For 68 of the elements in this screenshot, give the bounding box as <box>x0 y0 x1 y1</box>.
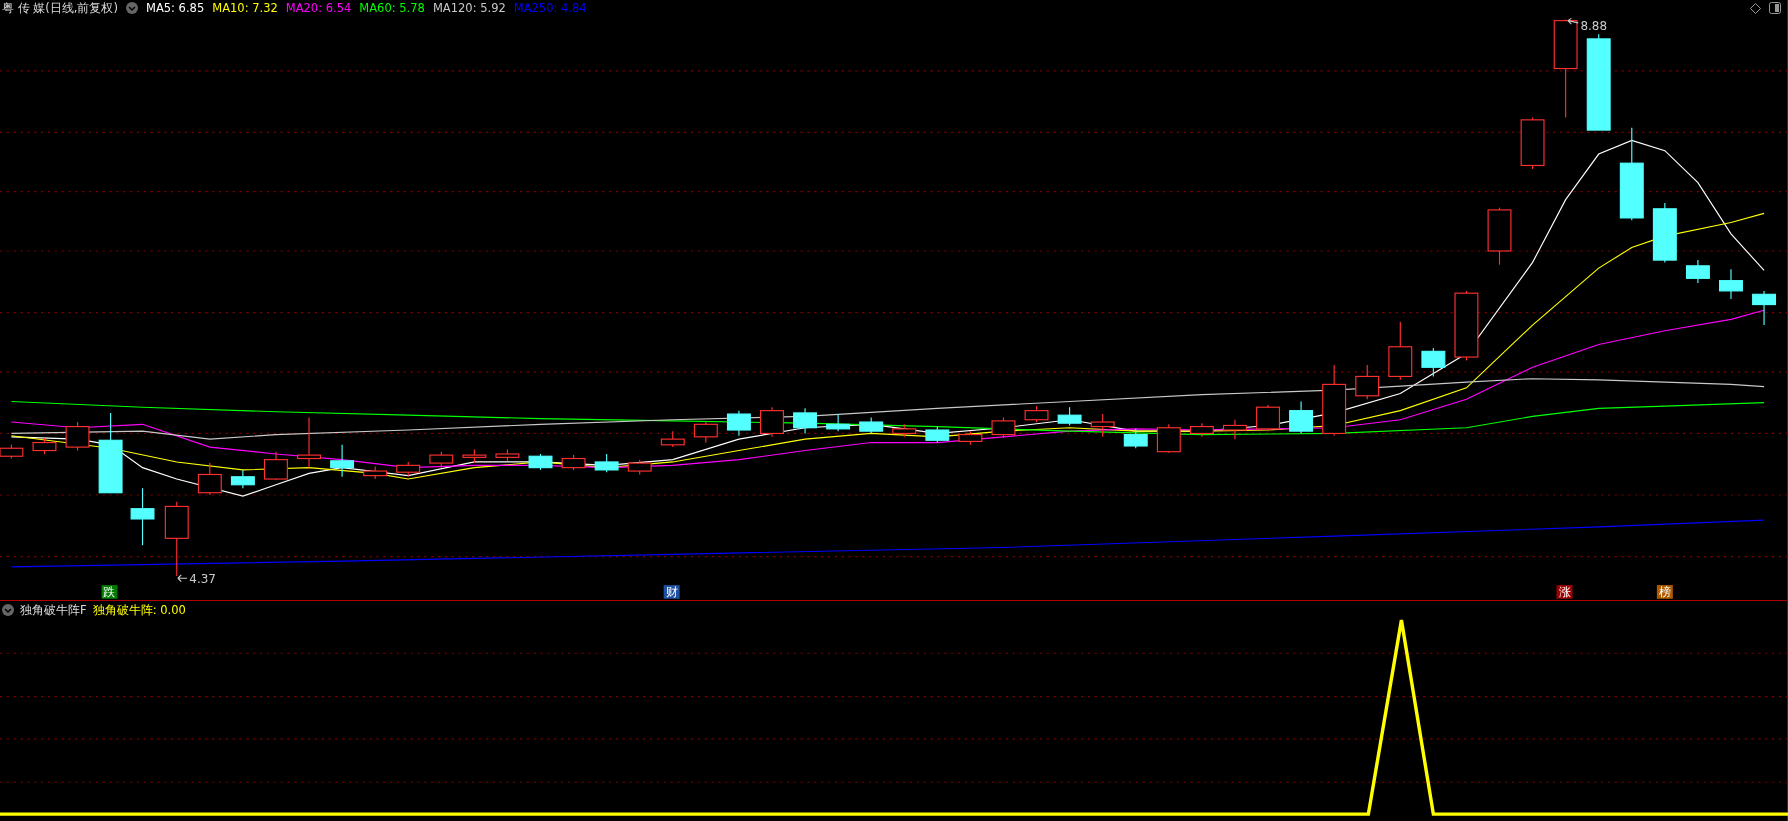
candlestick <box>197 462 222 496</box>
candlestick <box>1189 422 1214 438</box>
candlestick <box>1652 202 1677 263</box>
candlestick <box>1421 347 1446 377</box>
candlestick <box>264 451 288 481</box>
candlestick <box>230 469 255 489</box>
candlestick <box>859 416 884 434</box>
candlestick <box>892 423 917 438</box>
signal-tag: 涨 <box>1558 585 1571 600</box>
low-price-label: 4.37 <box>189 571 216 586</box>
moving-average-value: MA250: 4.84 <box>513 1 587 15</box>
signal-tag: 榜 <box>1658 585 1671 600</box>
candlestick <box>396 461 421 478</box>
candlestick <box>297 416 321 469</box>
candlestick <box>693 421 718 444</box>
candlestick <box>1685 259 1710 284</box>
candlestick <box>1256 404 1280 432</box>
dropdown-icon[interactable] <box>2 604 14 616</box>
panel-toggle-icon[interactable] <box>1769 2 1781 14</box>
diamond-icon[interactable] <box>1750 2 1761 14</box>
candlestick <box>330 444 355 478</box>
candlestick <box>1487 207 1512 266</box>
candlestick <box>1057 406 1082 426</box>
candlestick <box>1289 400 1314 434</box>
candlestick <box>793 407 818 434</box>
signal-tag: 跌 <box>103 585 116 600</box>
candlestick <box>1752 290 1777 326</box>
candlestick <box>462 448 487 464</box>
candlestick <box>363 465 388 480</box>
candlestick <box>1388 321 1413 381</box>
signal-tag: 财 <box>665 585 678 600</box>
moving-average-value: MA120: 5.92 <box>432 1 506 15</box>
candlestick <box>561 454 586 471</box>
candlestick <box>726 410 751 437</box>
candlestick <box>429 451 454 469</box>
dropdown-icon[interactable] <box>125 2 138 14</box>
high-price-label: 8.88 <box>1580 18 1608 33</box>
candlestick <box>660 430 685 448</box>
candlestick <box>594 453 619 473</box>
moving-average-value: MA10: 7.32 <box>212 1 278 15</box>
candlestick <box>1520 117 1545 170</box>
candlestick <box>65 421 90 452</box>
candlestick <box>1123 428 1148 449</box>
candlestick <box>1719 268 1743 300</box>
low-pointer-icon <box>177 574 188 583</box>
candlestick <box>627 459 652 476</box>
indicator-value: 独角破牛阵: 0.00 <box>92 602 186 618</box>
candlestick <box>130 487 155 546</box>
candlestick <box>925 426 950 444</box>
candlestick <box>1223 419 1247 440</box>
high-pointer-icon <box>1567 17 1579 25</box>
moving-average-value: MA60: 5.78 <box>359 1 425 15</box>
indicator-name: 独角破牛阵F <box>20 602 87 618</box>
candlestick <box>1454 290 1479 361</box>
candlestick <box>1355 364 1380 400</box>
candlestick <box>760 406 784 438</box>
candlestick <box>1090 413 1115 438</box>
candlestick <box>495 448 520 462</box>
candlestick <box>32 437 57 455</box>
candlestick <box>1156 423 1181 454</box>
moving-average-value: MA5: 6.85 <box>145 1 205 15</box>
candlestick <box>528 453 553 471</box>
candlestick <box>1024 405 1049 423</box>
candlestick <box>991 416 1016 439</box>
candlestick <box>826 413 851 432</box>
chart-title: 粤 传 媒(日线,前复权) <box>2 0 118 16</box>
moving-average-value: MA20: 6.54 <box>285 1 352 15</box>
candlestick <box>958 430 983 446</box>
